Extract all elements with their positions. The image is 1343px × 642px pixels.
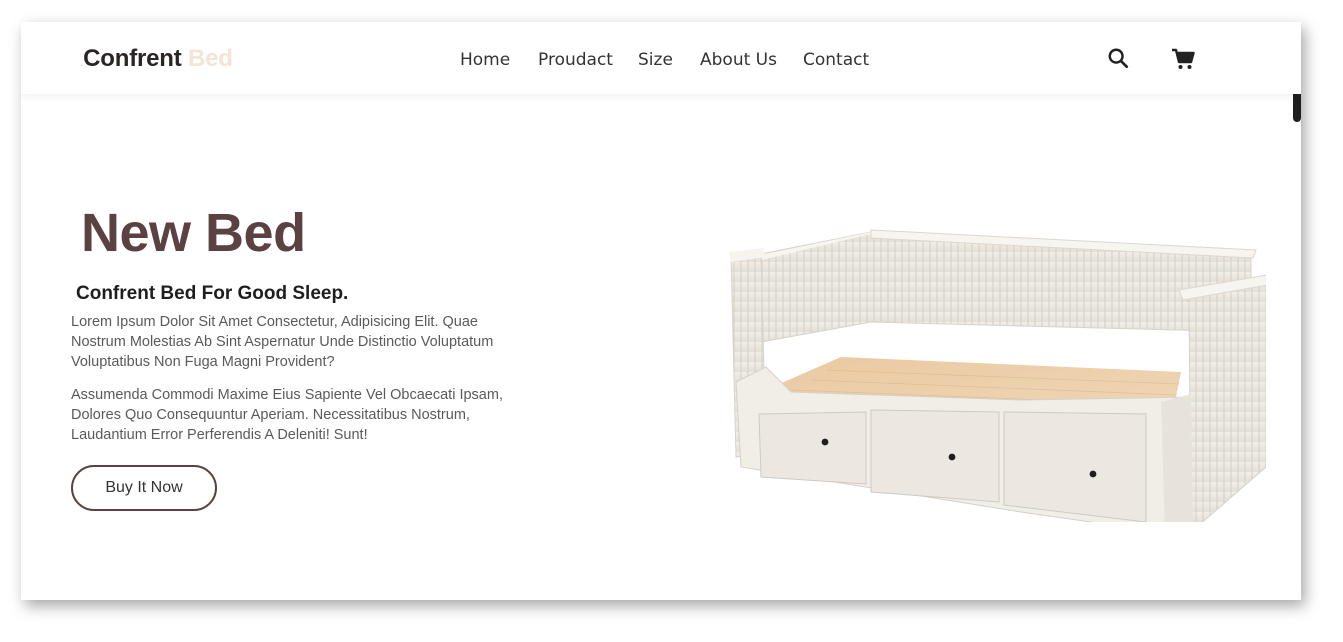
nav-item-size[interactable]: Size [638, 50, 673, 70]
bed-product-image [721, 222, 1274, 534]
site-header: .Confrent Bed Home Proudact Size About U… [21, 22, 1301, 94]
logo-accent: Bed [188, 45, 233, 72]
hero-title: New Bed [81, 203, 306, 263]
hero-description-1: Lorem Ipsum Dolor Sit Amet Consectetur, … [71, 314, 494, 370]
search-icon[interactable] [1107, 47, 1131, 71]
nav-item-home[interactable]: Home [460, 50, 510, 70]
hero-subtitle: Confrent Bed For Good Sleep. [76, 283, 349, 304]
hero-description-2: Assumenda Commodi Maxime Eius Sapiente V… [71, 387, 503, 443]
buy-it-now-button[interactable]: Buy It Now [71, 465, 217, 511]
cart-icon[interactable] [1171, 47, 1195, 71]
site-logo[interactable]: .Confrent Bed [80, 45, 233, 73]
nav-item-about-us[interactable]: About Us [700, 50, 777, 70]
nav-item-product[interactable]: Proudact [538, 50, 613, 70]
logo-name: Confrent [83, 45, 182, 72]
browser-window: .Confrent Bed Home Proudact Size About U… [21, 22, 1301, 600]
nav-item-contact[interactable]: Contact [803, 50, 869, 70]
